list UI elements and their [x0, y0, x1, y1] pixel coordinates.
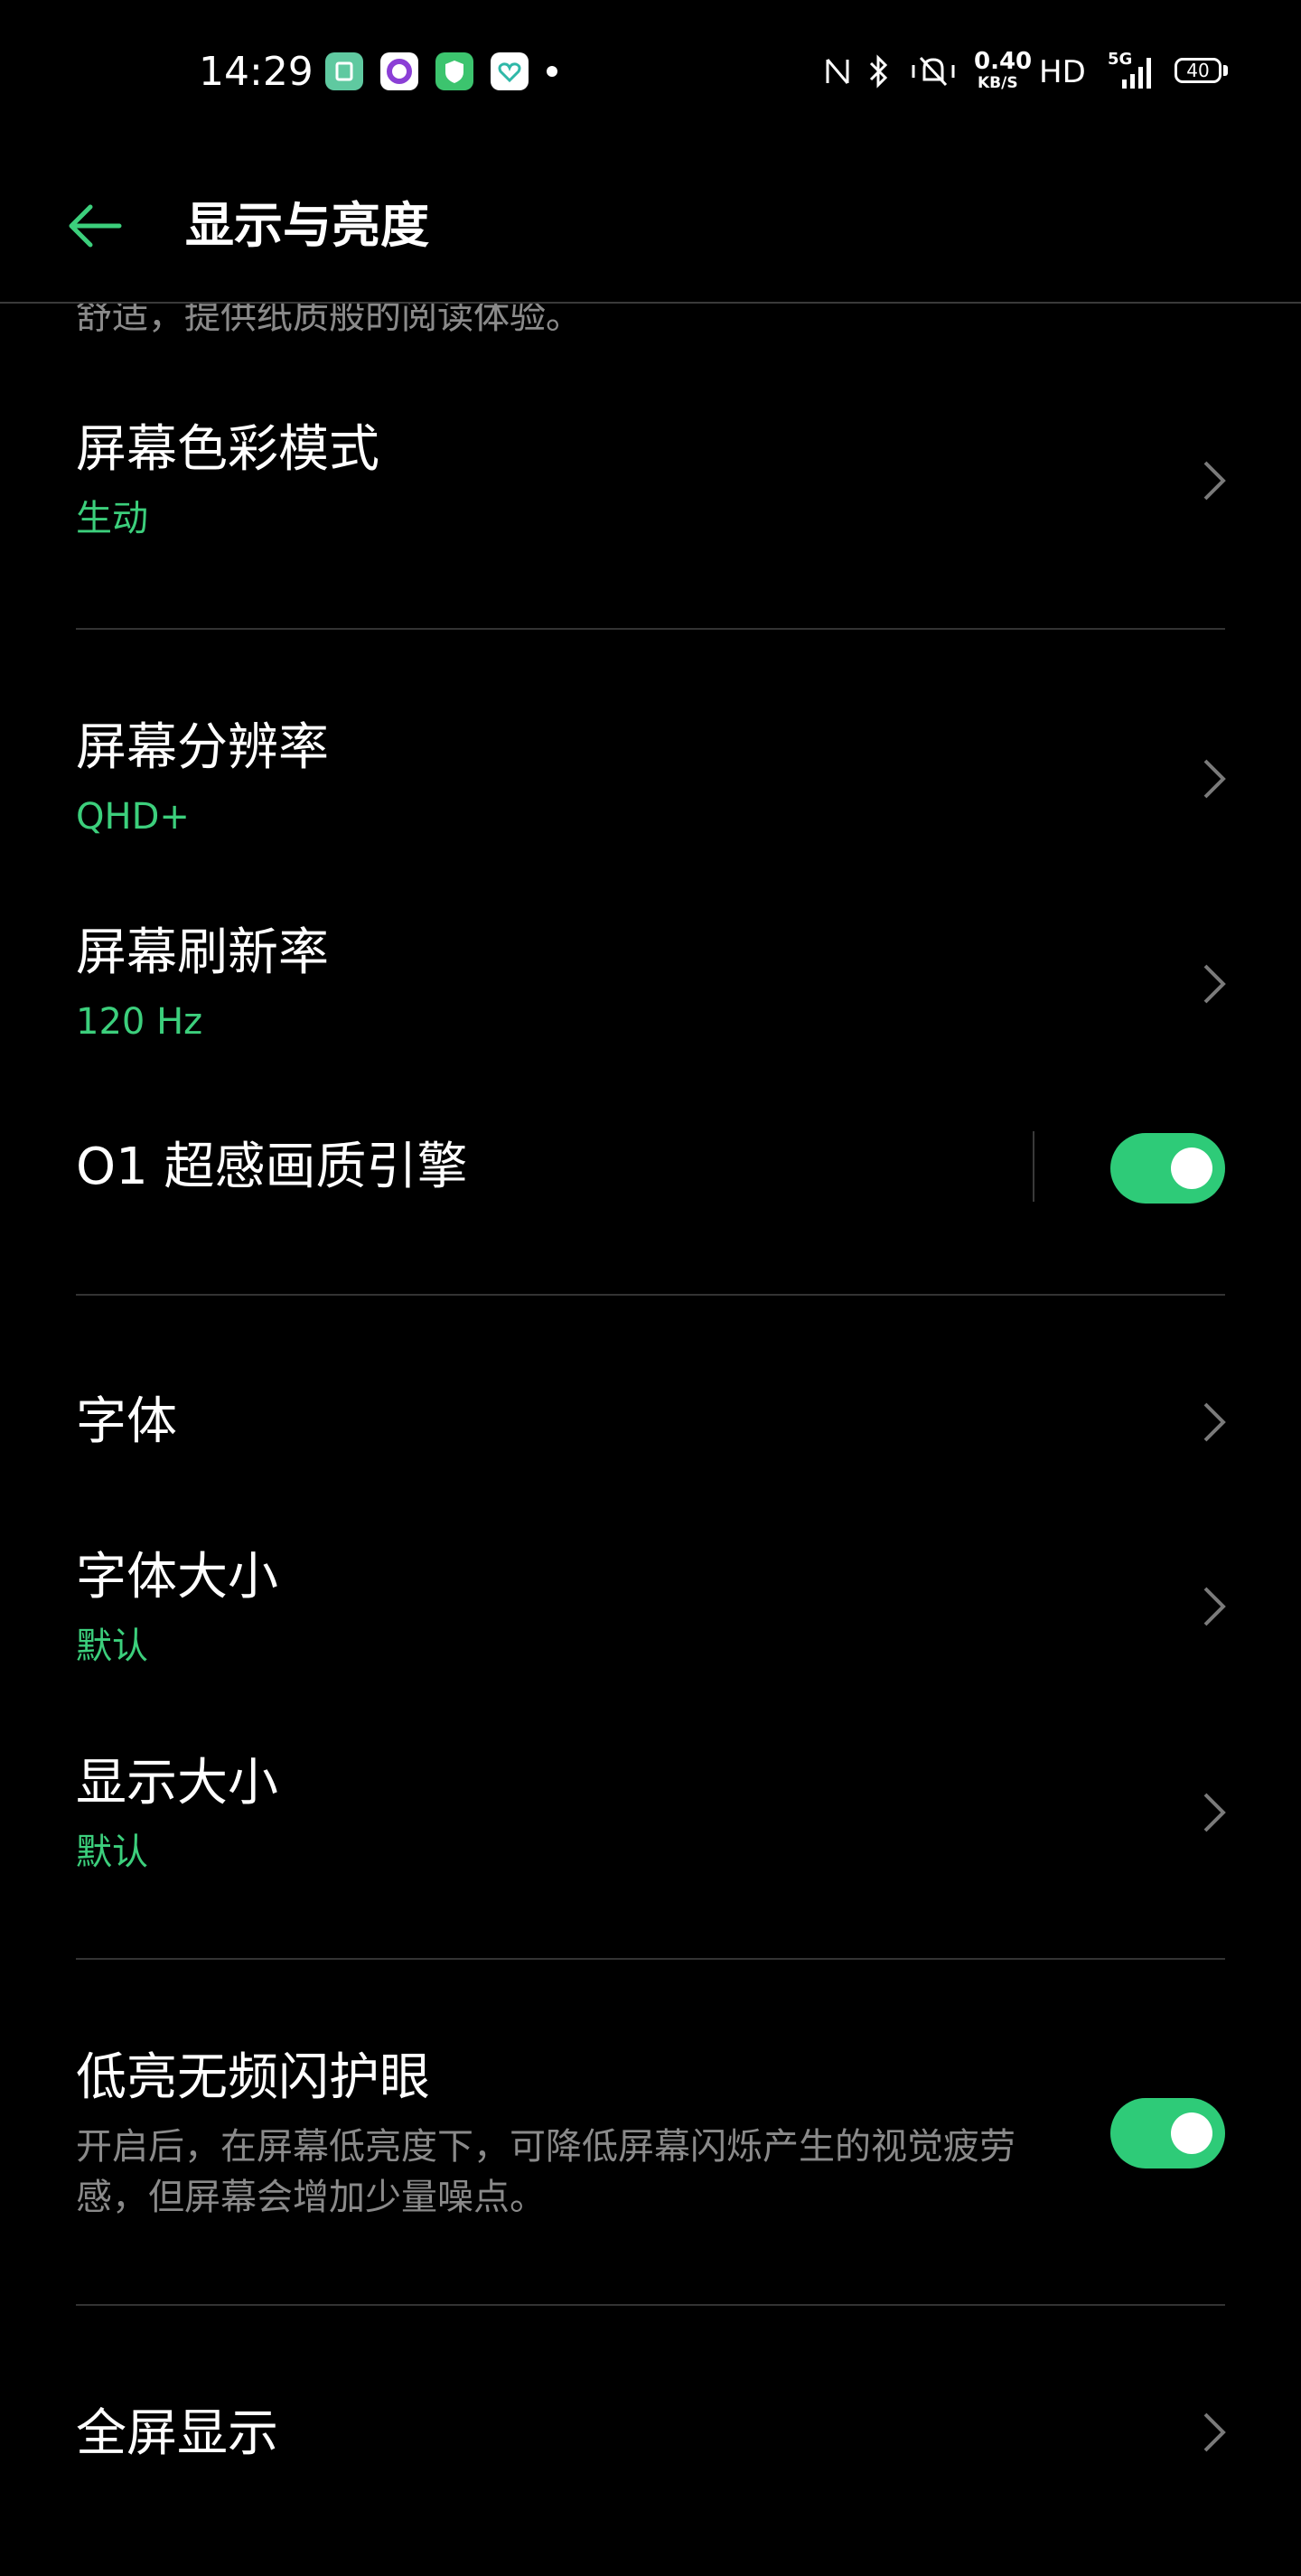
setting-font[interactable]: 字体 — [0, 1373, 1301, 1473]
chevron-right-icon — [1189, 1395, 1234, 1449]
setting-title: 字体 — [76, 1392, 177, 1451]
setting-value: 生动 — [76, 498, 148, 539]
section-divider — [76, 2304, 1225, 2306]
section-divider — [76, 628, 1225, 630]
chevron-right-icon — [1189, 2405, 1234, 2459]
setting-color-mode[interactable]: 屏幕色彩模式 生动 — [0, 398, 1301, 578]
setting-value: QHD+ — [76, 796, 190, 838]
setting-title: O1 超感画质引擎 — [76, 1138, 468, 1196]
setting-full-screen[interactable]: 全屏显示 — [0, 2385, 1301, 2485]
chevron-right-icon — [1189, 1579, 1234, 1634]
app-bar-divider — [0, 302, 1301, 304]
setting-o1-engine[interactable]: O1 超感画质引擎 — [0, 1120, 1301, 1220]
setting-title: 字体大小 — [76, 1548, 278, 1606]
row-separator — [1033, 1131, 1034, 1202]
settings-list[interactable]: 舒适，提供纸质般的阅读体验。 屏幕色彩模式 生动 屏幕分辨率 QHD+ 屏幕刷新… — [0, 0, 1301, 2576]
chevron-right-icon — [1189, 752, 1234, 806]
setting-title: 屏幕刷新率 — [76, 923, 329, 982]
chevron-right-icon — [1189, 454, 1234, 508]
dc-dimming-toggle[interactable] — [1110, 2098, 1225, 2169]
setting-refresh-rate[interactable]: 屏幕刷新率 120 Hz — [0, 901, 1301, 1082]
toggle-knob — [1171, 1147, 1212, 1189]
setting-font-size[interactable]: 字体大小 默认 — [0, 1527, 1301, 1708]
setting-display-size[interactable]: 显示大小 默认 — [0, 1733, 1301, 1914]
setting-description: 开启后，在屏幕低亮度下，可降低屏幕闪烁产生的视觉疲劳感，但屏幕会增加少量噪点。 — [76, 2126, 1016, 2218]
setting-title: 显示大小 — [76, 1754, 278, 1813]
chevron-right-icon — [1189, 1785, 1234, 1840]
setting-resolution[interactable]: 屏幕分辨率 QHD+ — [0, 696, 1301, 876]
section-divider — [76, 1958, 1225, 1960]
setting-title: 屏幕色彩模式 — [76, 420, 379, 479]
setting-value: 120 Hz — [76, 1001, 203, 1043]
setting-value: 默认 — [76, 1831, 148, 1873]
page-title: 显示与亮度 — [185, 197, 429, 254]
back-arrow-icon[interactable] — [63, 194, 126, 258]
section-divider — [76, 1294, 1225, 1296]
toggle-knob — [1171, 2112, 1212, 2154]
setting-title: 屏幕分辨率 — [76, 718, 329, 777]
setting-title: 低亮无频闪护眼 — [76, 2048, 430, 2107]
chevron-right-icon — [1189, 957, 1234, 1011]
app-bar: 显示与亮度 — [0, 145, 1301, 303]
setting-value: 默认 — [76, 1625, 148, 1667]
o1-engine-toggle[interactable] — [1110, 1133, 1225, 1204]
setting-dc-dimming[interactable]: 低亮无频闪护眼 开启后，在屏幕低亮度下，可降低屏幕闪烁产生的视觉疲劳感，但屏幕会… — [0, 2033, 1301, 2241]
setting-title: 全屏显示 — [76, 2404, 278, 2463]
